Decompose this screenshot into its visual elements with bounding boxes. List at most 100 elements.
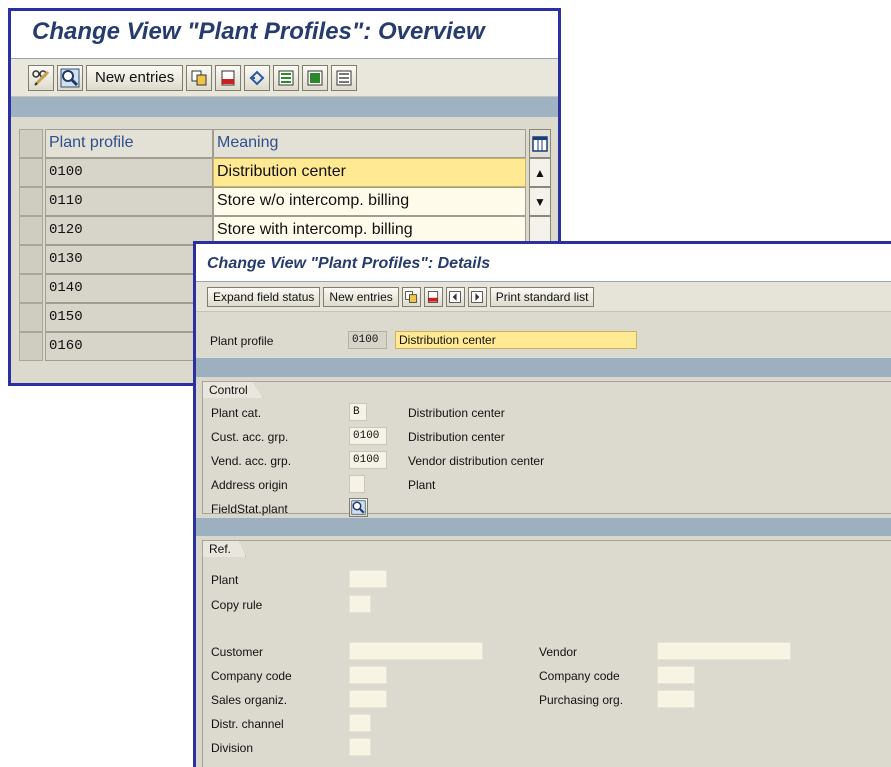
purchasing-org-label: Purchasing org. (539, 693, 624, 707)
customer-field[interactable] (349, 642, 483, 660)
select-all-icon (278, 70, 294, 85)
arrow-up-icon: ▲ (534, 165, 546, 180)
row-selector[interactable] (19, 216, 43, 245)
magnifier-icon (60, 68, 80, 87)
plant-profile-cell: 0100 (45, 158, 213, 187)
select-block-button[interactable] (302, 64, 329, 91)
company-code-field[interactable] (349, 666, 387, 684)
plant-profile-description-field[interactable]: Distribution center (395, 331, 637, 349)
address-origin-field[interactable] (349, 475, 365, 493)
cust-acc-grp-label: Cust. acc. grp. (211, 430, 289, 444)
magnifier-icon (351, 500, 366, 515)
copy-icon (405, 290, 418, 303)
expand-field-status-button[interactable]: Expand field status (207, 286, 321, 307)
plant-cat-text: Distribution center (408, 406, 505, 420)
select-block-icon (307, 70, 323, 85)
previous-entry-button[interactable] (445, 286, 465, 307)
details-toolbar: Expand field status New entries Print st… (196, 282, 891, 312)
details-header: Plant profile 0100 Distribution center (196, 312, 891, 358)
details-stripe-2 (196, 518, 891, 536)
copy-icon (191, 70, 207, 85)
vend-acc-grp-field[interactable]: 0100 (349, 451, 387, 469)
plant-cat-label: Plant cat. (211, 406, 262, 420)
scroll-down-button[interactable]: ▼ (529, 187, 551, 216)
plant-profile-cell: 0130 (45, 245, 213, 274)
scroll-up-button[interactable]: ▲ (529, 158, 551, 187)
row-selector[interactable] (19, 303, 43, 332)
new-entries-button[interactable]: New entries (323, 286, 399, 307)
row-selector[interactable] (19, 332, 43, 361)
vendor-company-code-field[interactable] (657, 666, 695, 684)
table-settings-button[interactable] (529, 129, 551, 158)
delete-icon (221, 70, 235, 85)
next-entry-icon (471, 290, 484, 303)
display-change-button[interactable] (28, 64, 54, 91)
division-field[interactable] (349, 738, 371, 756)
arrow-down-icon: ▼ (534, 194, 546, 209)
table-settings-icon (532, 135, 548, 152)
company-code-label: Company code (211, 669, 292, 683)
copy-button[interactable] (186, 64, 213, 91)
fieldstat-plant-button[interactable] (349, 498, 368, 517)
copy-button[interactable] (401, 286, 421, 307)
overview-toolbar: New entries (11, 59, 558, 97)
vendor-label: Vendor (539, 645, 578, 659)
control-group: Control Plant cat. B Distribution center… (202, 381, 891, 517)
address-origin-label: Address origin (211, 478, 288, 492)
print-standard-list-button[interactable]: Print standard list (489, 286, 595, 307)
purchasing-org-field[interactable] (657, 690, 695, 708)
delete-button[interactable] (215, 64, 242, 91)
deselect-all-button[interactable] (331, 64, 358, 91)
plant-profile-field: 0100 (348, 331, 387, 349)
sales-organiz-field[interactable] (349, 690, 387, 708)
plant-profile-cell: 0120 (45, 216, 213, 245)
details-title: Change View "Plant Profiles": Details (196, 244, 891, 282)
overview-title: Change View "Plant Profiles": Overview (11, 11, 558, 59)
ref-group: Ref. Plant Copy rule Customer Company co… (202, 540, 891, 767)
vend-acc-grp-text: Vendor distribution center (408, 454, 545, 468)
cust-acc-grp-text: Distribution center (408, 430, 505, 444)
customer-label: Customer (211, 645, 264, 659)
undo-icon (249, 70, 265, 85)
undo-change-button[interactable] (244, 64, 271, 91)
row-selector[interactable] (19, 245, 43, 274)
column-header-meaning[interactable]: Meaning (213, 129, 526, 158)
fieldstat-plant-label: FieldStat.plant (211, 502, 288, 516)
plant-profile-cell: 0150 (45, 303, 213, 332)
delete-button[interactable] (423, 286, 443, 307)
next-entry-button[interactable] (467, 286, 487, 307)
copy-rule-label: Copy rule (211, 598, 263, 612)
vendor-company-code-label: Company code (539, 669, 620, 683)
plant-field[interactable] (349, 570, 387, 588)
meaning-cell[interactable]: Store w/o intercomp. billing (213, 187, 526, 216)
plant-profile-cell: 0140 (45, 274, 213, 303)
details-window: Change View "Plant Profiles": Details Ex… (193, 241, 891, 767)
row-selector[interactable] (19, 158, 43, 187)
address-origin-text: Plant (408, 478, 436, 492)
plant-profile-cell: 0160 (45, 332, 213, 361)
find-button[interactable] (57, 64, 83, 91)
select-all-button[interactable] (273, 64, 300, 91)
plant-cat-field[interactable]: B (349, 403, 367, 421)
sales-organiz-label: Sales organiz. (211, 693, 288, 707)
vend-acc-grp-label: Vend. acc. grp. (211, 454, 292, 468)
ref-group-title: Ref. (202, 540, 247, 557)
meaning-cell[interactable]: Distribution center (213, 158, 526, 187)
row-selector[interactable] (19, 274, 43, 303)
row-selector[interactable] (19, 187, 43, 216)
distr-channel-field[interactable] (349, 714, 371, 732)
details-stripe (196, 358, 891, 377)
copy-rule-field[interactable] (349, 595, 371, 613)
previous-entry-icon (449, 290, 462, 303)
overview-stripe (11, 97, 558, 117)
new-entries-button[interactable]: New entries (86, 64, 184, 91)
column-header-plant-profile[interactable]: Plant profile (45, 129, 213, 158)
plant-label: Plant (211, 573, 239, 587)
plant-profile-label: Plant profile (210, 334, 274, 348)
select-all-cell[interactable] (19, 129, 43, 158)
vendor-field[interactable] (657, 642, 791, 660)
table-row[interactable]: 0100 Distribution center ▲ (19, 158, 558, 187)
division-label: Division (211, 741, 254, 755)
table-row[interactable]: 0110 Store w/o intercomp. billing ▼ (19, 187, 558, 216)
cust-acc-grp-field[interactable]: 0100 (349, 427, 387, 445)
